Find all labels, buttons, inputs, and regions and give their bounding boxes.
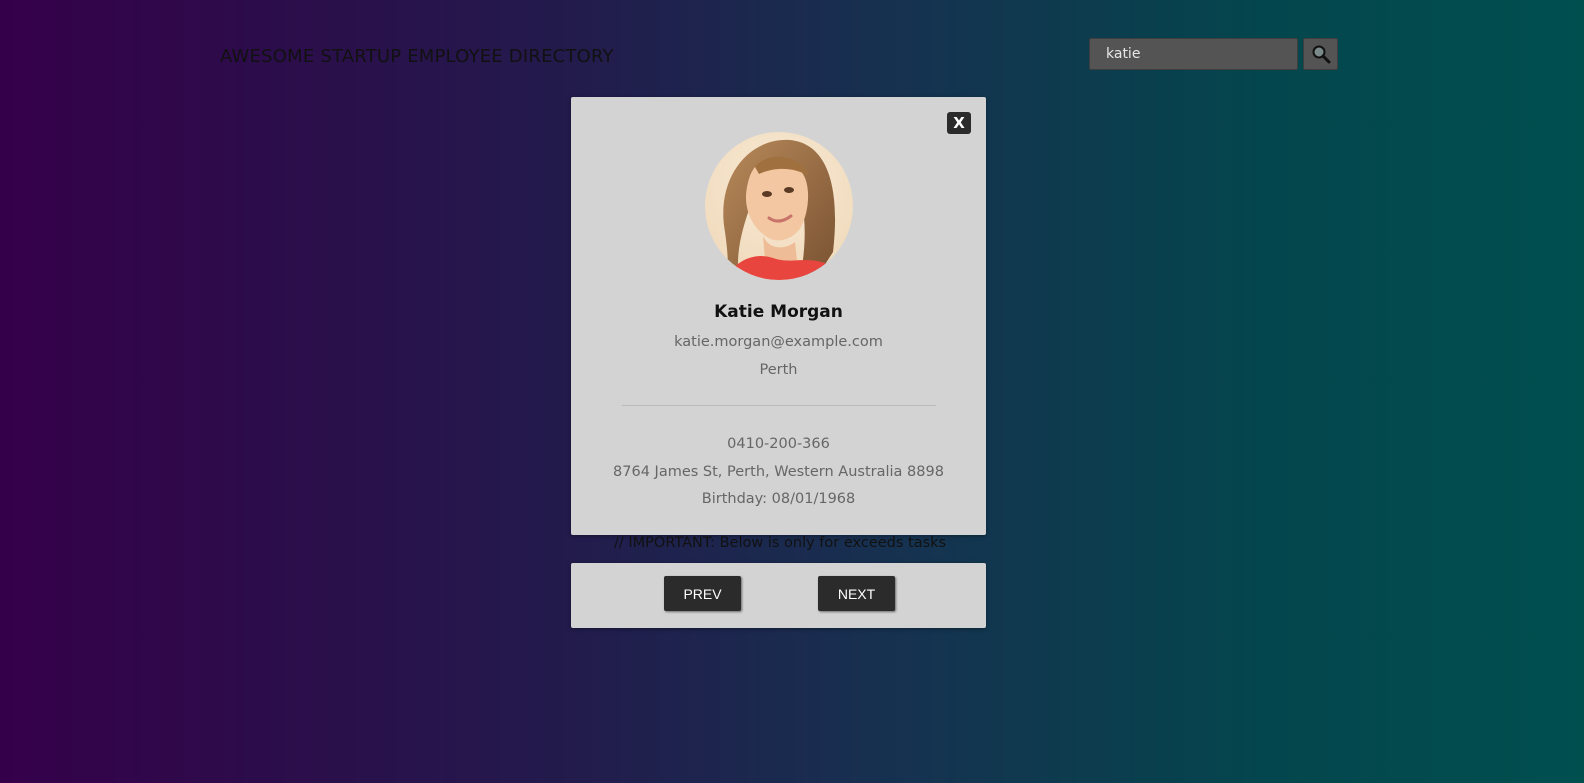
employee-city: Perth — [759, 362, 798, 378]
modal-nav-panel: PREV NEXT — [571, 563, 986, 628]
employee-name: Katie Morgan — [714, 302, 843, 322]
employee-birthday: Birthday: 08/01/1968 — [701, 491, 856, 507]
magnifier-icon — [1312, 45, 1330, 64]
employee-photo — [705, 132, 853, 280]
exceeds-note: // IMPORTANT: Below is only for exceeds … — [614, 535, 947, 551]
next-button[interactable]: NEXT — [818, 576, 895, 611]
search-button[interactable] — [1303, 38, 1338, 70]
modal-divider — [622, 405, 936, 406]
employee-modal: X Katie Morgan katie.morgan@example.com … — [571, 97, 986, 535]
close-button[interactable]: X — [947, 112, 971, 134]
employee-phone: 0410-200-366 — [727, 436, 830, 452]
avatar — [705, 132, 853, 280]
prev-button[interactable]: PREV — [664, 576, 741, 611]
page-title: AWESOME STARTUP EMPLOYEE DIRECTORY — [220, 46, 614, 67]
employee-email: katie.morgan@example.com — [674, 334, 883, 350]
employee-address: 8764 James St, Perth, Western Australia … — [613, 464, 944, 480]
search-input[interactable] — [1089, 38, 1298, 70]
